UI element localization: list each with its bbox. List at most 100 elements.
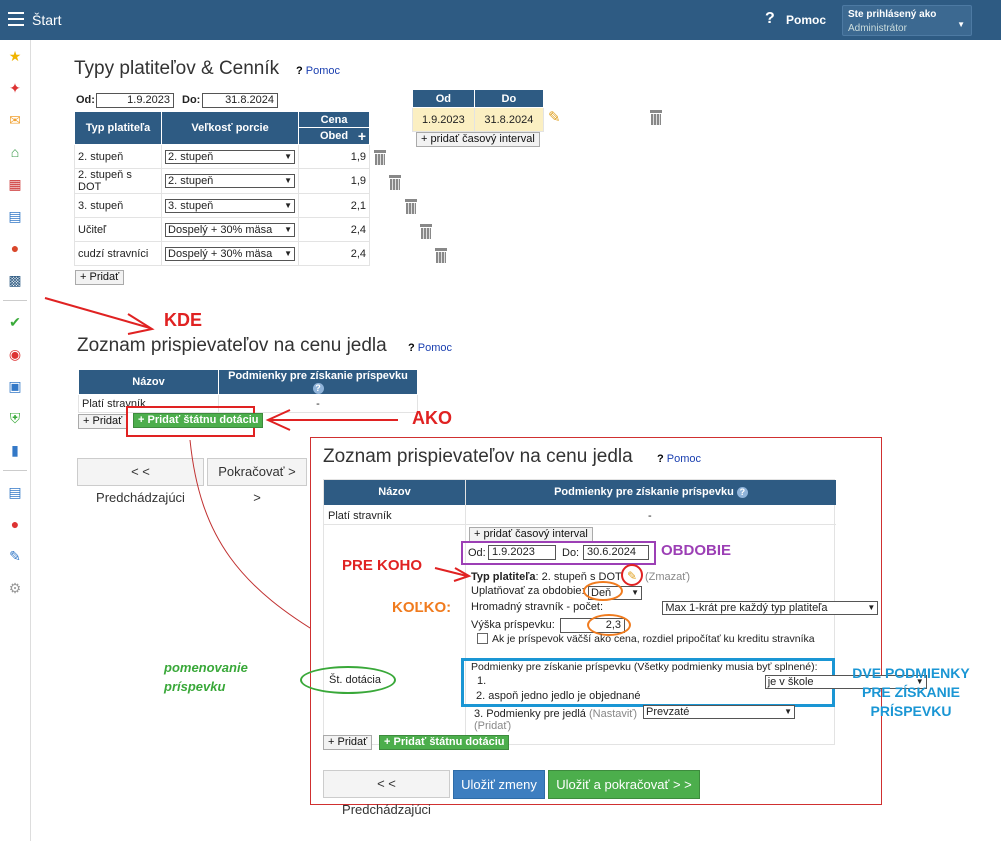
mail-icon[interactable]: ✉ <box>6 112 24 128</box>
trash-icon[interactable] <box>420 224 433 239</box>
annotation-ako: AKO <box>412 408 452 428</box>
porcia-select[interactable]: Dospelý + 30% mäsa <box>165 222 296 237</box>
detail-add-interval-button[interactable]: + pridať časový interval <box>469 527 593 542</box>
typ-platitela-label: Typ platiteľa <box>471 571 536 583</box>
checkbox-label: Ak je príspevok väčší ako cena, rozdiel … <box>492 633 815 645</box>
typ-cell: Učiteľ <box>73 217 163 242</box>
col-cena: Cena Obed + <box>298 111 370 145</box>
conditions-title: Podmienky pre získanie príspevku (Všetky… <box>471 661 818 673</box>
cena-cell[interactable]: 1,9 <box>298 168 370 194</box>
cena-cell[interactable]: 2,4 <box>298 241 370 266</box>
info-icon[interactable]: ? <box>736 487 748 498</box>
detail-add-state-button[interactable]: + Pridať štátnu dotáciu <box>379 735 510 750</box>
porcia-select[interactable]: Dospelý + 30% mäsa <box>165 246 296 261</box>
cond2-select[interactable]: Prevzaté <box>643 705 795 719</box>
delete-link[interactable]: (Zmazať) <box>645 571 690 583</box>
info-icon[interactable]: ? <box>312 383 324 394</box>
col-typ: Typ platiteľa <box>73 111 163 145</box>
add-condition-link[interactable]: (Pridať) <box>474 720 511 732</box>
annotation-dve-3: PRÍSPEVKU <box>870 703 952 719</box>
save-button[interactable]: Uložiť zmeny <box>453 770 545 799</box>
clipboard-icon[interactable]: ▩ <box>6 272 24 288</box>
detail-title: Zoznam prispievateľov na cenu jedla <box>323 446 633 467</box>
kolko-circle-1 <box>583 581 623 601</box>
shield-icon[interactable]: ⛨ <box>6 410 24 426</box>
typ-cell: cudzí stravníci <box>73 241 163 266</box>
section2-help-link[interactable]: ? Pomoc <box>408 342 452 354</box>
check-icon[interactable]: ✔ <box>6 314 24 330</box>
add-column-icon[interactable]: + <box>358 128 366 144</box>
page-title: Štart <box>32 12 62 28</box>
typ-cell: 2. stupeň s DOT <box>73 168 163 194</box>
book-icon[interactable]: ▤ <box>6 208 24 224</box>
cond1-number: 1. <box>477 675 487 687</box>
detail-do-input[interactable]: 30.6.2024 <box>583 545 649 560</box>
col-porcia: Veľkosť porcie <box>161 111 300 145</box>
detail-panel: Zoznam prispievateľov na cenu jedla ? Po… <box>300 437 927 817</box>
cena-cell[interactable]: 1,9 <box>298 144 370 169</box>
cond3-link[interactable]: (Nastaviť) <box>589 708 637 720</box>
gear-icon[interactable]: ⚙ <box>6 580 24 596</box>
top-bar: Štart ? Pomoc Ste prihlásený ako Adminis… <box>0 0 1001 40</box>
do-input[interactable]: 31.8.2024 <box>202 93 278 108</box>
open-book-icon[interactable]: ▤ <box>6 484 24 500</box>
porcia-select[interactable]: 2. stupeň <box>165 149 296 164</box>
chart-pie-icon[interactable]: ◉ <box>6 346 24 362</box>
detail-row1-name: Platí stravník <box>328 510 392 522</box>
pen-icon[interactable]: ✎ <box>6 548 24 564</box>
cena-cell[interactable]: 2,1 <box>298 193 370 218</box>
pencil-icon[interactable]: ✎ <box>548 108 561 126</box>
bar-chart-icon[interactable]: ▮ <box>6 442 24 458</box>
detail-prev-button[interactable]: < < Predchádzajúci <box>323 770 450 817</box>
porcia-select[interactable]: 2. stupeň <box>165 174 296 188</box>
trash-icon[interactable] <box>389 175 402 190</box>
help-link[interactable]: Pomoc <box>786 13 826 27</box>
help-icon[interactable]: ? <box>765 10 775 28</box>
interval-do-cell[interactable]: 31.8.2024 <box>473 107 545 132</box>
save-continue-button[interactable]: Uložiť a pokračovať > > <box>548 770 700 799</box>
user-menu[interactable]: Ste prihlásený ako Administrátor ▼ <box>842 5 972 36</box>
cond2-label: 2. aspoň jedno jedlo je objednané <box>476 690 641 702</box>
chat-icon[interactable]: ● <box>6 516 24 532</box>
calendar-icon[interactable]: ▦ <box>6 176 24 192</box>
trash-icon[interactable] <box>435 248 448 263</box>
annotation-kde: KDE <box>164 310 203 330</box>
annotation-obdobie: OBDOBIE <box>661 542 732 559</box>
section1-title: Typy platiteľov & Cenník <box>74 58 280 79</box>
detail-help-link[interactable]: ? Pomoc <box>657 453 701 465</box>
pre-koho-circle <box>621 564 643 586</box>
detail-od-label: Od: <box>468 547 486 559</box>
detail-add-button[interactable]: + Pridať <box>323 735 373 750</box>
user-icon[interactable]: ● <box>6 240 24 256</box>
cena-cell[interactable]: 2,4 <box>298 217 370 242</box>
briefcase-icon[interactable]: ▣ <box>6 378 24 394</box>
hrom-select[interactable]: Max 1-krát pre každý typ platiteľa <box>662 601 879 615</box>
annotation-pomenovanie-1: pomenovanie <box>164 660 248 675</box>
interval-od-cell[interactable]: 1.9.2023 <box>412 107 475 132</box>
interval-od-header: Od <box>412 89 475 108</box>
cond3: 3. Podmienky pre jedlá (Nastaviť) <box>474 708 637 720</box>
porcia-select[interactable]: 3. stupeň <box>165 198 296 213</box>
add-interval-button[interactable]: + pridať časový interval <box>416 132 540 147</box>
add-contributor-button[interactable]: + Pridať <box>78 414 128 429</box>
hrom-label: Hromadný stravník - počet: <box>471 601 604 613</box>
add-state-subsidy-button[interactable]: + Pridať štátnu dotáciu <box>133 413 264 428</box>
section1-help-link[interactable]: ? Pomoc <box>296 65 340 77</box>
od-input[interactable]: 1.9.2023 <box>96 93 174 108</box>
trash-icon[interactable] <box>649 110 662 125</box>
trash-icon[interactable] <box>374 150 386 165</box>
detail-col-podm-label: Podmienky pre získanie príspevku <box>554 486 734 498</box>
add-row-button[interactable]: + Pridať <box>75 270 125 285</box>
arrow-pre-koho <box>434 567 472 582</box>
user-label: Ste prihlásený ako <box>848 9 937 20</box>
detail-od-input[interactable]: 1.9.2023 <box>488 545 556 560</box>
checkbox[interactable] <box>477 633 488 644</box>
star-icon[interactable]: ★ <box>6 48 24 64</box>
col-obed-label: Obed <box>319 130 349 142</box>
uplat-label: Uplatňovať za obdobie: <box>471 585 585 597</box>
wand-icon[interactable]: ✦ <box>6 80 24 96</box>
menu-icon[interactable] <box>8 12 24 26</box>
trash-icon[interactable] <box>404 199 417 214</box>
home-icon[interactable]: ⌂ <box>6 144 24 160</box>
table-row: UčiteľDospelý + 30% mäsa2,4 <box>73 217 370 242</box>
